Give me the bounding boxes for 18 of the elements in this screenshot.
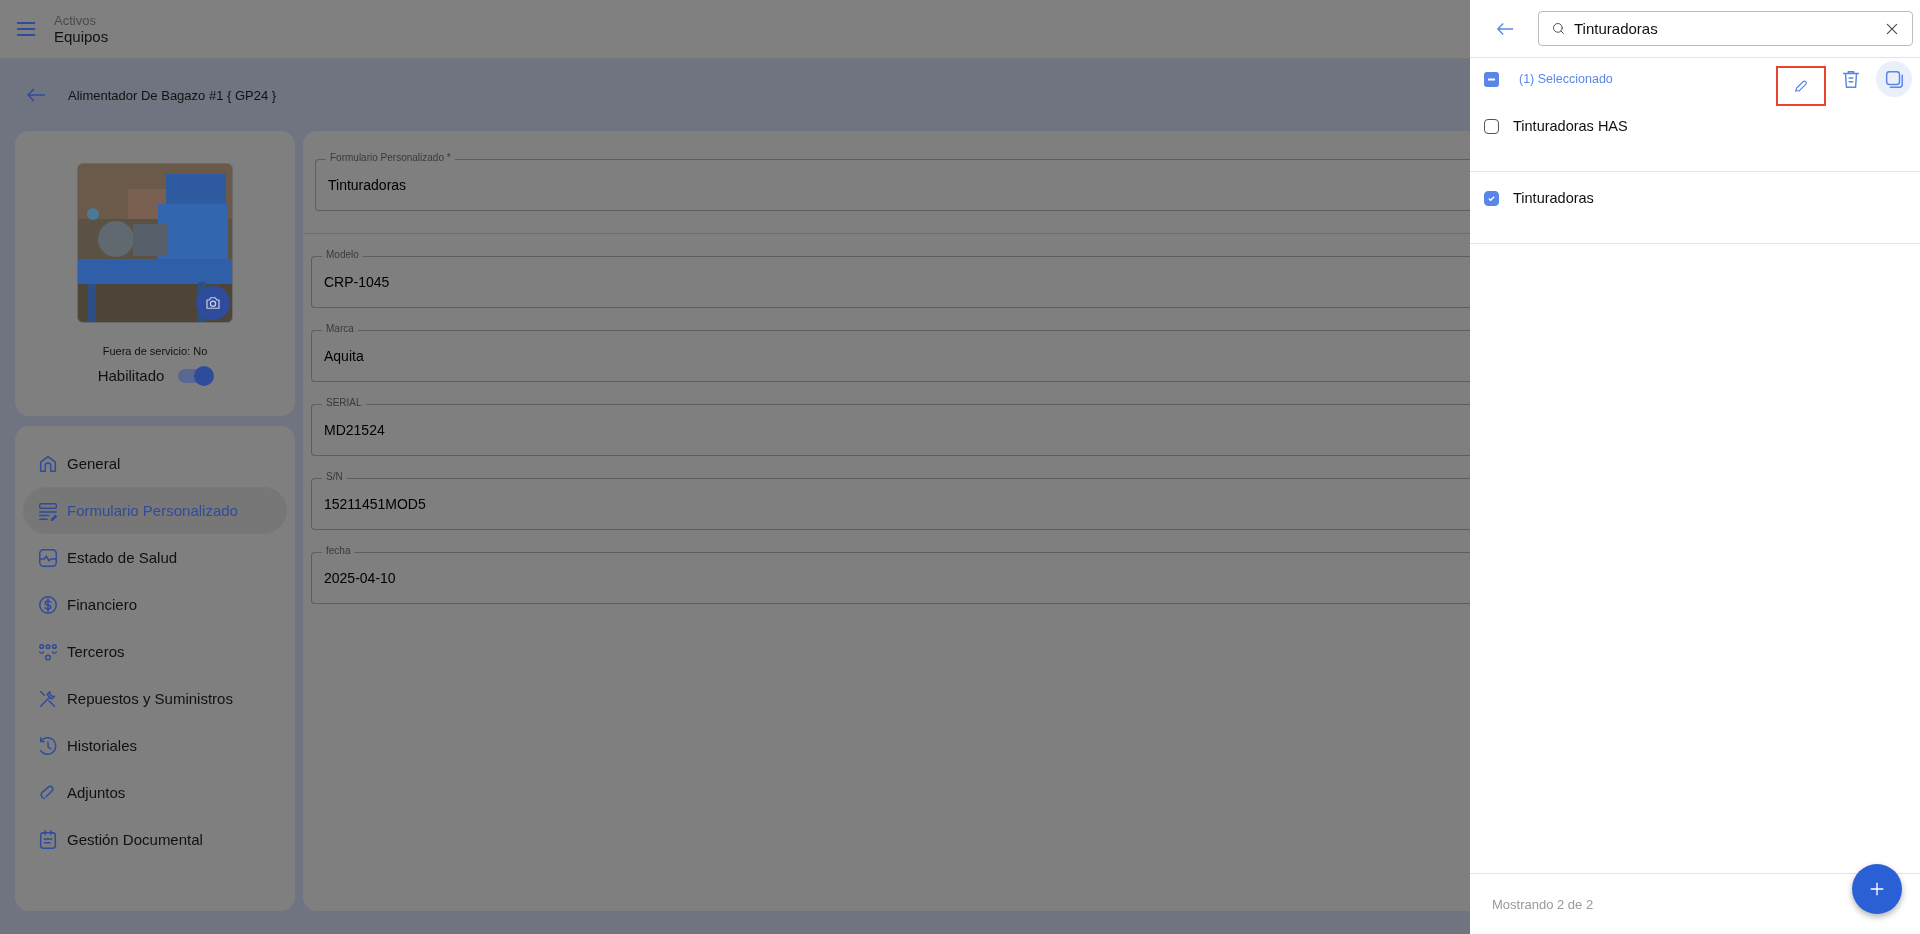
nav-item[interactable]: Gestión Documental — [23, 816, 287, 863]
page-title: Equipos — [54, 28, 109, 45]
enabled-label: Habilitado — [97, 367, 165, 384]
search-field[interactable]: Tinturadoras — [1538, 11, 1913, 46]
list-item-label[interactable]: Tinturadoras HAS — [1513, 118, 1628, 134]
nav-item[interactable]: Financiero — [23, 581, 287, 628]
list-item-label[interactable]: Tinturadoras — [1513, 190, 1594, 206]
result-count: Mostrando 2 de 2 — [1492, 896, 1594, 912]
asset-title: Alimentador De Bagazo #1 { GP24 } — [68, 87, 277, 103]
nav-item[interactable]: Adjuntos — [23, 769, 287, 816]
selection-count: (1) Seleccionado — [1519, 72, 1614, 86]
nav-item[interactable]: Historiales — [23, 722, 287, 769]
nav-item[interactable]: Repuestos y Suministros — [23, 675, 287, 722]
out-of-service-text: Fuera de servicio: No — [102, 345, 208, 357]
search-input[interactable]: Tinturadoras — [1572, 19, 1878, 38]
nav-item[interactable]: Terceros — [23, 628, 287, 675]
nav-item[interactable]: General — [23, 440, 287, 487]
nav-item[interactable]: Estado de Salud — [23, 534, 287, 581]
